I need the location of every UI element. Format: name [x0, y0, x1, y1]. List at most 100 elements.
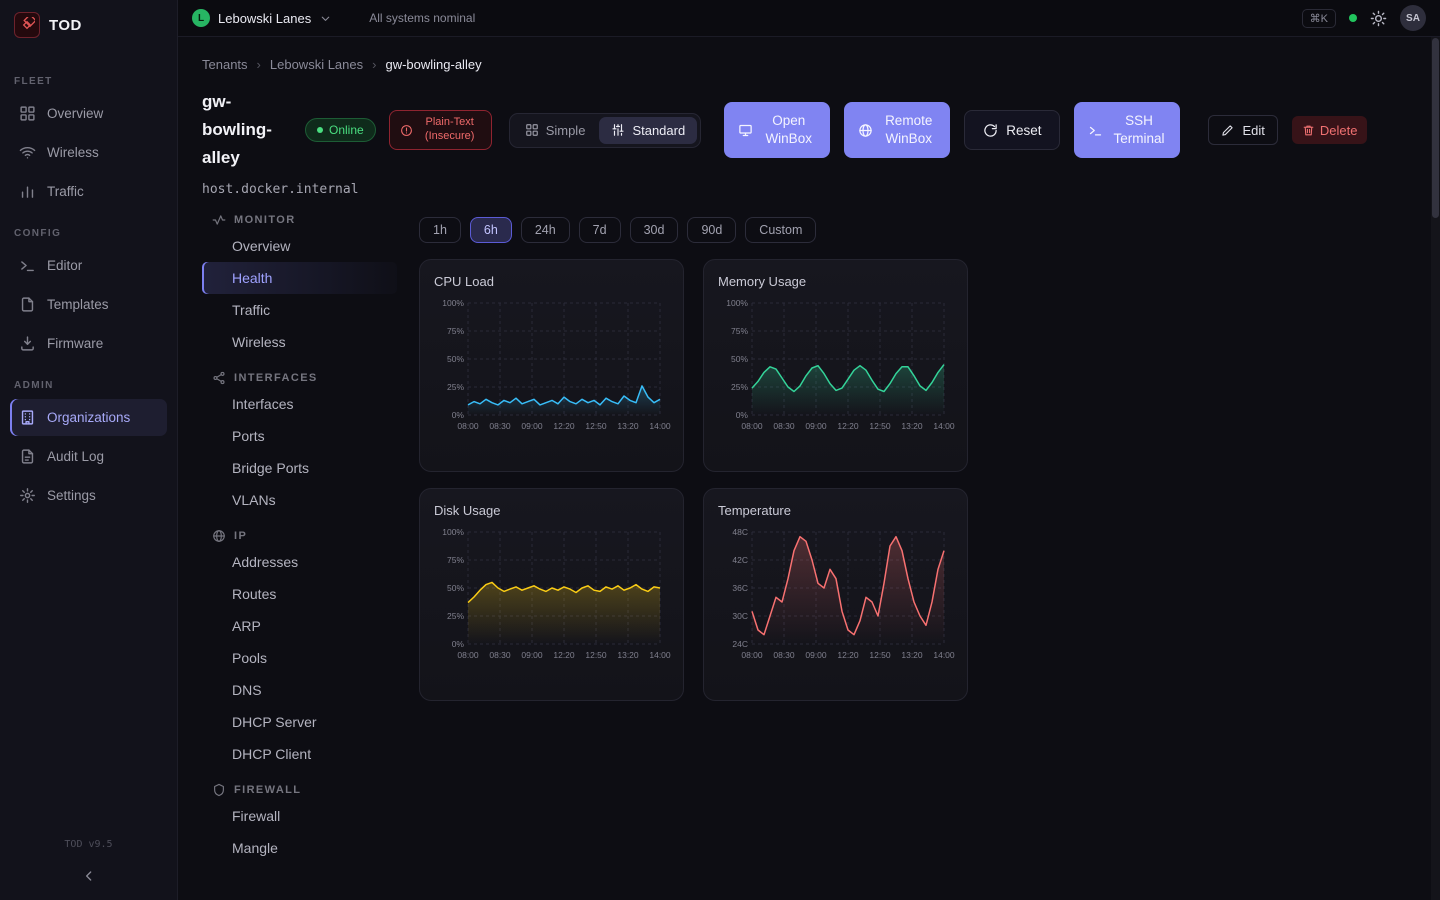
range-custom-button[interactable]: Custom	[745, 217, 816, 243]
svg-text:100%: 100%	[442, 298, 464, 308]
subnav-section-ip: IP	[202, 529, 397, 543]
subnav-item-bridge-ports[interactable]: Bridge Ports	[202, 452, 397, 484]
subnav-item-ports[interactable]: Ports	[202, 420, 397, 452]
range-30d-button[interactable]: 30d	[630, 217, 679, 243]
sidebar-item-overview[interactable]: Overview	[10, 95, 167, 132]
svg-text:12:20: 12:20	[553, 650, 575, 660]
sidebar: TOD FLEETOverviewWirelessTrafficCONFIGEd…	[0, 0, 178, 900]
subnav-item-dhcp-client[interactable]: DHCP Client	[202, 738, 397, 770]
delete-button[interactable]: Delete	[1292, 116, 1368, 144]
range-24h-button[interactable]: 24h	[521, 217, 570, 243]
sidebar-item-templates[interactable]: Templates	[10, 286, 167, 323]
subnav-item-interfaces[interactable]: Interfaces	[202, 388, 397, 420]
chart-plot: 48C42C36C30C24C08:0008:3009:0012:2012:50…	[718, 524, 955, 682]
subnav-section-label: INTERFACES	[234, 372, 318, 384]
pulse-icon	[212, 213, 226, 227]
subnav-item-firewall[interactable]: Firewall	[202, 800, 397, 832]
sidebar-item-firmware[interactable]: Firmware	[10, 325, 167, 362]
svg-text:25%: 25%	[447, 382, 464, 392]
subnav-item-pools[interactable]: Pools	[202, 642, 397, 674]
sidebar-section-config: CONFIG	[14, 228, 163, 239]
mode-standard-button[interactable]: Standard	[599, 117, 697, 144]
doc-icon	[19, 448, 36, 465]
svg-text:13:20: 13:20	[901, 650, 923, 660]
range-6h-button[interactable]: 6h	[470, 217, 512, 243]
svg-text:25%: 25%	[731, 382, 748, 392]
sidebar-section-fleet: FLEET	[14, 76, 163, 87]
command-palette-shortcut[interactable]: ⌘K	[1302, 9, 1336, 28]
terminal-icon	[1088, 123, 1103, 138]
sidebar-item-traffic[interactable]: Traffic	[10, 173, 167, 210]
theme-toggle-sun-icon[interactable]	[1370, 10, 1387, 27]
wifi-icon	[19, 144, 36, 161]
reset-button[interactable]: Reset	[964, 110, 1060, 150]
tenant-selector[interactable]: L Lebowski Lanes	[192, 9, 332, 27]
mode-simple-label: Simple	[546, 123, 586, 138]
device-actions: Open WinBox Remote WinBox Reset SSH Term…	[724, 102, 1367, 158]
sidebar-item-audit-log[interactable]: Audit Log	[10, 438, 167, 475]
svg-text:08:00: 08:00	[457, 421, 479, 431]
scrollbar-thumb[interactable]	[1432, 38, 1439, 218]
breadcrumb-tenants[interactable]: Tenants	[202, 57, 248, 72]
online-dot-icon	[317, 127, 323, 133]
sidebar-item-editor[interactable]: Editor	[10, 247, 167, 284]
charts-grid: CPU Load 100%75%50%25%0%08:0008:3009:001…	[419, 259, 971, 701]
subnav-item-overview[interactable]: Overview	[202, 230, 397, 262]
ssh-terminal-button[interactable]: SSH Terminal	[1074, 102, 1180, 158]
chart-plot: 100%75%50%25%0%08:0008:3009:0012:2012:50…	[434, 524, 671, 682]
range-1h-button[interactable]: 1h	[419, 217, 461, 243]
subnav-item-vlans[interactable]: VLANs	[202, 484, 397, 516]
chevron-left-icon	[81, 868, 97, 884]
svg-text:48C: 48C	[732, 527, 748, 537]
svg-text:75%: 75%	[731, 326, 748, 336]
svg-text:08:30: 08:30	[773, 650, 795, 660]
svg-text:50%: 50%	[447, 354, 464, 364]
ssh-terminal-label: SSH Terminal	[1111, 112, 1167, 148]
edit-button[interactable]: Edit	[1208, 115, 1277, 145]
breadcrumb-gw-bowling-alley: gw-bowling-alley	[385, 57, 481, 72]
svg-text:09:00: 09:00	[521, 421, 543, 431]
subnav-item-routes[interactable]: Routes	[202, 578, 397, 610]
remote-winbox-button[interactable]: Remote WinBox	[844, 102, 950, 158]
subnav-item-dns[interactable]: DNS	[202, 674, 397, 706]
subnav-item-arp[interactable]: ARP	[202, 610, 397, 642]
user-avatar[interactable]: SA	[1400, 5, 1426, 31]
subnav-item-wireless[interactable]: Wireless	[202, 326, 397, 358]
svg-text:100%: 100%	[442, 527, 464, 537]
sidebar-item-wireless[interactable]: Wireless	[10, 134, 167, 171]
building-icon	[19, 409, 36, 426]
sidebar-collapse-button[interactable]	[0, 858, 177, 894]
subnav-item-mangle[interactable]: Mangle	[202, 832, 397, 864]
svg-text:0%: 0%	[452, 639, 465, 649]
svg-text:14:00: 14:00	[649, 421, 671, 431]
svg-text:08:00: 08:00	[741, 650, 763, 660]
sidebar-item-settings[interactable]: Settings	[10, 477, 167, 514]
mode-simple-button[interactable]: Simple	[513, 117, 598, 144]
time-range-selector: 1h 6h 24h 7d 30d 90d Custom	[419, 217, 971, 243]
chart-title: Temperature	[718, 503, 953, 518]
subnav-item-traffic[interactable]: Traffic	[202, 294, 397, 326]
device-subnav: MONITOROverviewHealthTrafficWirelessINTE…	[202, 211, 397, 864]
chart-card-memory-usage: Memory Usage 100%75%50%25%0%08:0008:3009…	[703, 259, 968, 472]
subnav-item-health[interactable]: Health	[202, 262, 397, 294]
tenant-avatar: L	[192, 9, 210, 27]
svg-text:09:00: 09:00	[805, 650, 827, 660]
range-90d-button[interactable]: 90d	[687, 217, 736, 243]
chart-title: Disk Usage	[434, 503, 669, 518]
remote-winbox-label: Remote WinBox	[881, 112, 937, 148]
subnav-item-addresses[interactable]: Addresses	[202, 546, 397, 578]
range-7d-button[interactable]: 7d	[579, 217, 621, 243]
sidebar-item-label: Editor	[47, 258, 82, 273]
sidebar-item-label: Audit Log	[47, 449, 104, 464]
chevron-down-icon	[319, 12, 332, 25]
nodes-icon	[212, 371, 226, 385]
breadcrumb-lebowski-lanes[interactable]: Lebowski Lanes	[270, 57, 363, 72]
status-badge-online: Online	[305, 118, 376, 142]
svg-text:30C: 30C	[732, 611, 748, 621]
sidebar-item-organizations[interactable]: Organizations	[10, 399, 167, 436]
scrollbar-track[interactable]	[1431, 37, 1440, 900]
svg-text:0%: 0%	[736, 410, 749, 420]
open-winbox-button[interactable]: Open WinBox	[724, 102, 830, 158]
subnav-item-dhcp-server[interactable]: DHCP Server	[202, 706, 397, 738]
app-logo-icon	[14, 12, 40, 38]
